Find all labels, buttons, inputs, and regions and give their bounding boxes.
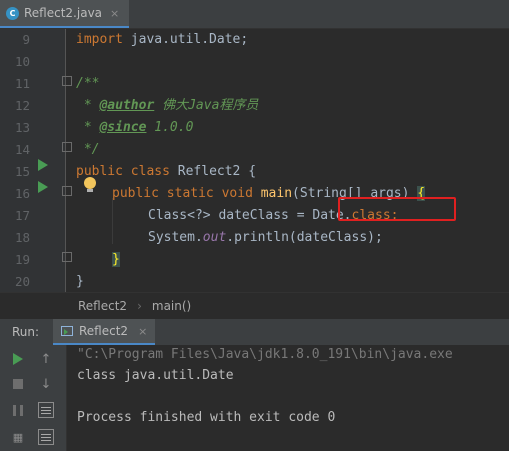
rerun-button[interactable] — [8, 349, 28, 369]
scroll-to-end-icon — [38, 429, 54, 445]
breadcrumb: Reflect2 › main() — [0, 292, 509, 319]
code-editor[interactable]: import java.util.Date; /** * @author 佛大J… — [76, 29, 509, 292]
line-number: 9 — [22, 32, 30, 47]
line-number: 17 — [14, 208, 30, 223]
arrow-up-icon: ↑ — [40, 351, 52, 367]
line-number: 10 — [14, 54, 30, 69]
stop-button[interactable] — [8, 374, 28, 394]
tab-label: Reflect2.java — [24, 6, 103, 20]
editor-tab-bar: C Reflect2.java × — [0, 0, 509, 29]
scroll-down-button[interactable]: ↓ — [36, 374, 56, 394]
run-label: Run: — [12, 325, 40, 339]
line-number: 20 — [14, 274, 30, 289]
fold-icon[interactable] — [62, 252, 72, 262]
fold-icon[interactable] — [62, 142, 72, 152]
line-number: 15 — [14, 164, 30, 179]
scroll-up-button[interactable]: ↑ — [36, 349, 56, 369]
run-class-icon[interactable] — [38, 159, 48, 171]
run-toolbar: ↑ ↓ ▦ — [0, 345, 67, 451]
code-line-11: /** — [76, 76, 100, 91]
code-line-9: import java.util.Date; — [76, 32, 249, 47]
breadcrumb-item-class[interactable]: Reflect2 — [78, 299, 127, 313]
tab-reflect2-java[interactable]: C Reflect2.java × — [0, 0, 130, 28]
console-line: "C:\Program Files\Java\jdk1.8.0_191\bin\… — [77, 347, 453, 362]
code-line-19: } — [112, 252, 120, 267]
dump-threads-button[interactable]: ▦ — [8, 427, 28, 447]
close-icon[interactable]: × — [110, 7, 119, 20]
close-icon[interactable]: × — [138, 325, 147, 338]
run-tool-window-header: Run: Reflect2 × — [0, 318, 509, 346]
line-number: 18 — [14, 230, 30, 245]
code-line-14: */ — [76, 142, 100, 157]
soft-wrap-button[interactable] — [36, 400, 56, 420]
code-line-15: public class Reflect2 { — [76, 164, 257, 179]
run-main-icon[interactable] — [38, 181, 48, 193]
play-icon — [13, 353, 23, 365]
run-tab-reflect2[interactable]: Reflect2 × — [53, 319, 156, 345]
code-line-18: System.out.println(dateClass); — [148, 230, 383, 245]
pause-icon — [13, 404, 23, 416]
line-number: 11 — [14, 76, 30, 91]
run-config-icon — [61, 326, 73, 336]
line-number: 14 — [14, 142, 30, 157]
code-line-20: } — [76, 274, 84, 289]
stop-icon — [13, 379, 23, 389]
breadcrumb-separator: › — [137, 299, 142, 313]
java-class-icon: C — [6, 6, 19, 20]
code-line-12: * @author 佛大Java程序员 — [76, 98, 259, 113]
highlight-box — [338, 197, 456, 221]
console-line: class java.util.Date — [77, 368, 234, 383]
breadcrumb-item-method[interactable]: main() — [152, 299, 191, 313]
line-number: 13 — [14, 120, 30, 135]
line-number: 12 — [14, 98, 30, 113]
camera-icon: ▦ — [12, 430, 24, 444]
arrow-down-icon: ↓ — [40, 376, 52, 392]
fold-icon[interactable] — [62, 186, 72, 196]
line-number: 16 — [14, 186, 30, 201]
console-line: Process finished with exit code 0 — [77, 410, 336, 425]
line-number: 19 — [14, 252, 30, 267]
fold-icon[interactable] — [62, 76, 72, 86]
pause-button[interactable] — [8, 400, 28, 420]
scroll-to-end-button[interactable] — [36, 427, 56, 447]
code-line-13: * @since 1.0.0 — [76, 120, 194, 135]
console-output[interactable]: "C:\Program Files\Java\jdk1.8.0_191\bin\… — [67, 345, 509, 451]
run-tab-label: Reflect2 — [79, 324, 129, 338]
soft-wrap-icon — [38, 402, 54, 418]
